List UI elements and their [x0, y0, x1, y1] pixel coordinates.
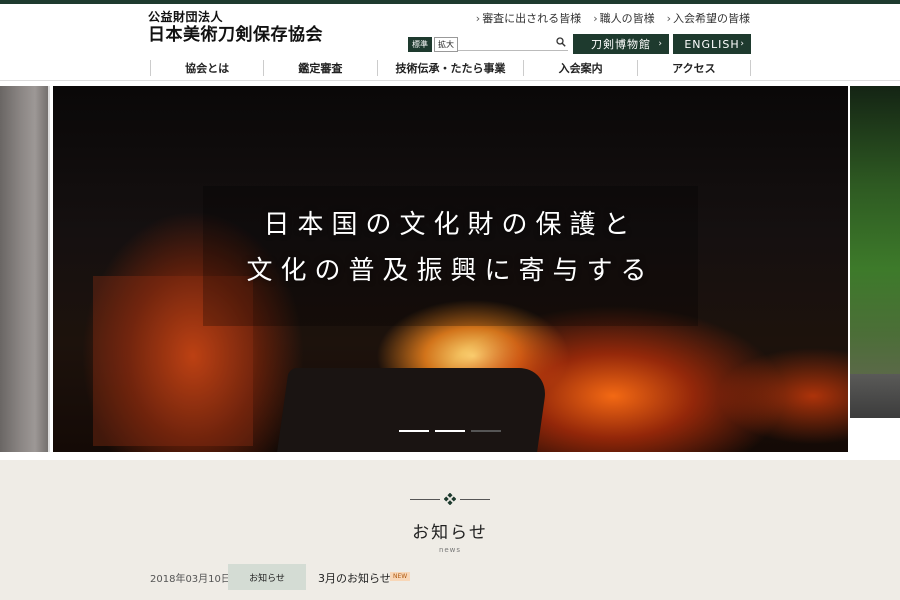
- logo-title: 日本美術刀剣保存協会: [148, 25, 323, 45]
- top-link-membership[interactable]: › 入会希望の皆様: [667, 10, 750, 26]
- news-title: お知らせ: [412, 523, 488, 543]
- english-button[interactable]: ENGLISH ›: [673, 34, 751, 54]
- hero-heading-line2: 文化の普及振興に寄与する: [246, 256, 655, 286]
- chevron-right-icon: ›: [658, 39, 663, 49]
- site-logo[interactable]: 公益財団法人 日本美術刀剣保存協会: [148, 10, 323, 45]
- slide-indicator[interactable]: [435, 430, 465, 432]
- hero-heading-line1: 日本国の文化財の保護と: [263, 210, 638, 240]
- chevron-right-icon: ›: [593, 12, 598, 25]
- slide-indicator[interactable]: [399, 430, 429, 432]
- chevron-right-icon: ›: [666, 12, 671, 25]
- museum-button[interactable]: 刀剣博物館 ›: [573, 34, 669, 54]
- slide-indicators: [399, 430, 501, 432]
- logo-subtitle: 公益財団法人: [148, 10, 224, 24]
- section-ornament: [410, 493, 490, 505]
- chevron-right-icon: ›: [475, 12, 481, 25]
- font-size-standard-button[interactable]: 標準: [408, 37, 432, 52]
- news-subtitle: news: [438, 546, 462, 554]
- nav-item-appraisal[interactable]: 鑑定審査: [263, 60, 376, 76]
- search-input[interactable]: [458, 42, 554, 56]
- font-size-switcher: 標準 拡大: [408, 37, 458, 52]
- news-category-badge: お知らせ: [228, 564, 306, 590]
- main-nav: 協会とは 鑑定審査 技術伝承・たたら事業 入会案内 アクセス: [0, 55, 900, 81]
- new-badge: NEW: [390, 572, 411, 581]
- news-section: お知らせ news 2018年03月10日 お知らせ 3月のお知らせ NEW: [0, 460, 900, 600]
- top-link-examination[interactable]: › 審査に出される皆様: [476, 10, 581, 26]
- next-slide-preview[interactable]: [850, 86, 900, 418]
- prev-slide-preview[interactable]: [0, 86, 50, 452]
- top-links: › 審査に出される皆様 › 職人の皆様 › 入会希望の皆様: [476, 10, 750, 26]
- search-box: [458, 37, 568, 56]
- diamond-ornament-icon: [444, 493, 456, 505]
- search-icon[interactable]: [556, 37, 566, 47]
- nav-item-access[interactable]: アクセス: [636, 60, 751, 76]
- font-size-large-button[interactable]: 拡大: [434, 37, 458, 52]
- hero-slide: 日本国の文化財の保護と 文化の普及振興に寄与する: [53, 86, 848, 452]
- news-date: 2018年03月10日: [150, 574, 231, 585]
- nav-item-about[interactable]: 協会とは: [150, 60, 263, 76]
- site-header: 公益財団法人 日本美術刀剣保存協会 › 審査に出される皆様 › 職人の皆様 › 入会希…: [0, 4, 900, 56]
- chevron-right-icon: ›: [740, 39, 745, 49]
- news-item[interactable]: 2018年03月10日 お知らせ 3月のお知らせ NEW: [150, 564, 751, 590]
- nav-item-tatara[interactable]: 技術伝承・たたら事業: [376, 60, 524, 76]
- slide-indicator[interactable]: [471, 430, 501, 432]
- news-link[interactable]: 3月のお知らせ: [318, 570, 391, 586]
- top-link-craftsmen[interactable]: › 職人の皆様: [593, 10, 654, 26]
- hero-carousel: 日本国の文化財の保護と 文化の普及振興に寄与する: [0, 86, 900, 452]
- nav-item-membership[interactable]: 入会案内: [523, 60, 636, 76]
